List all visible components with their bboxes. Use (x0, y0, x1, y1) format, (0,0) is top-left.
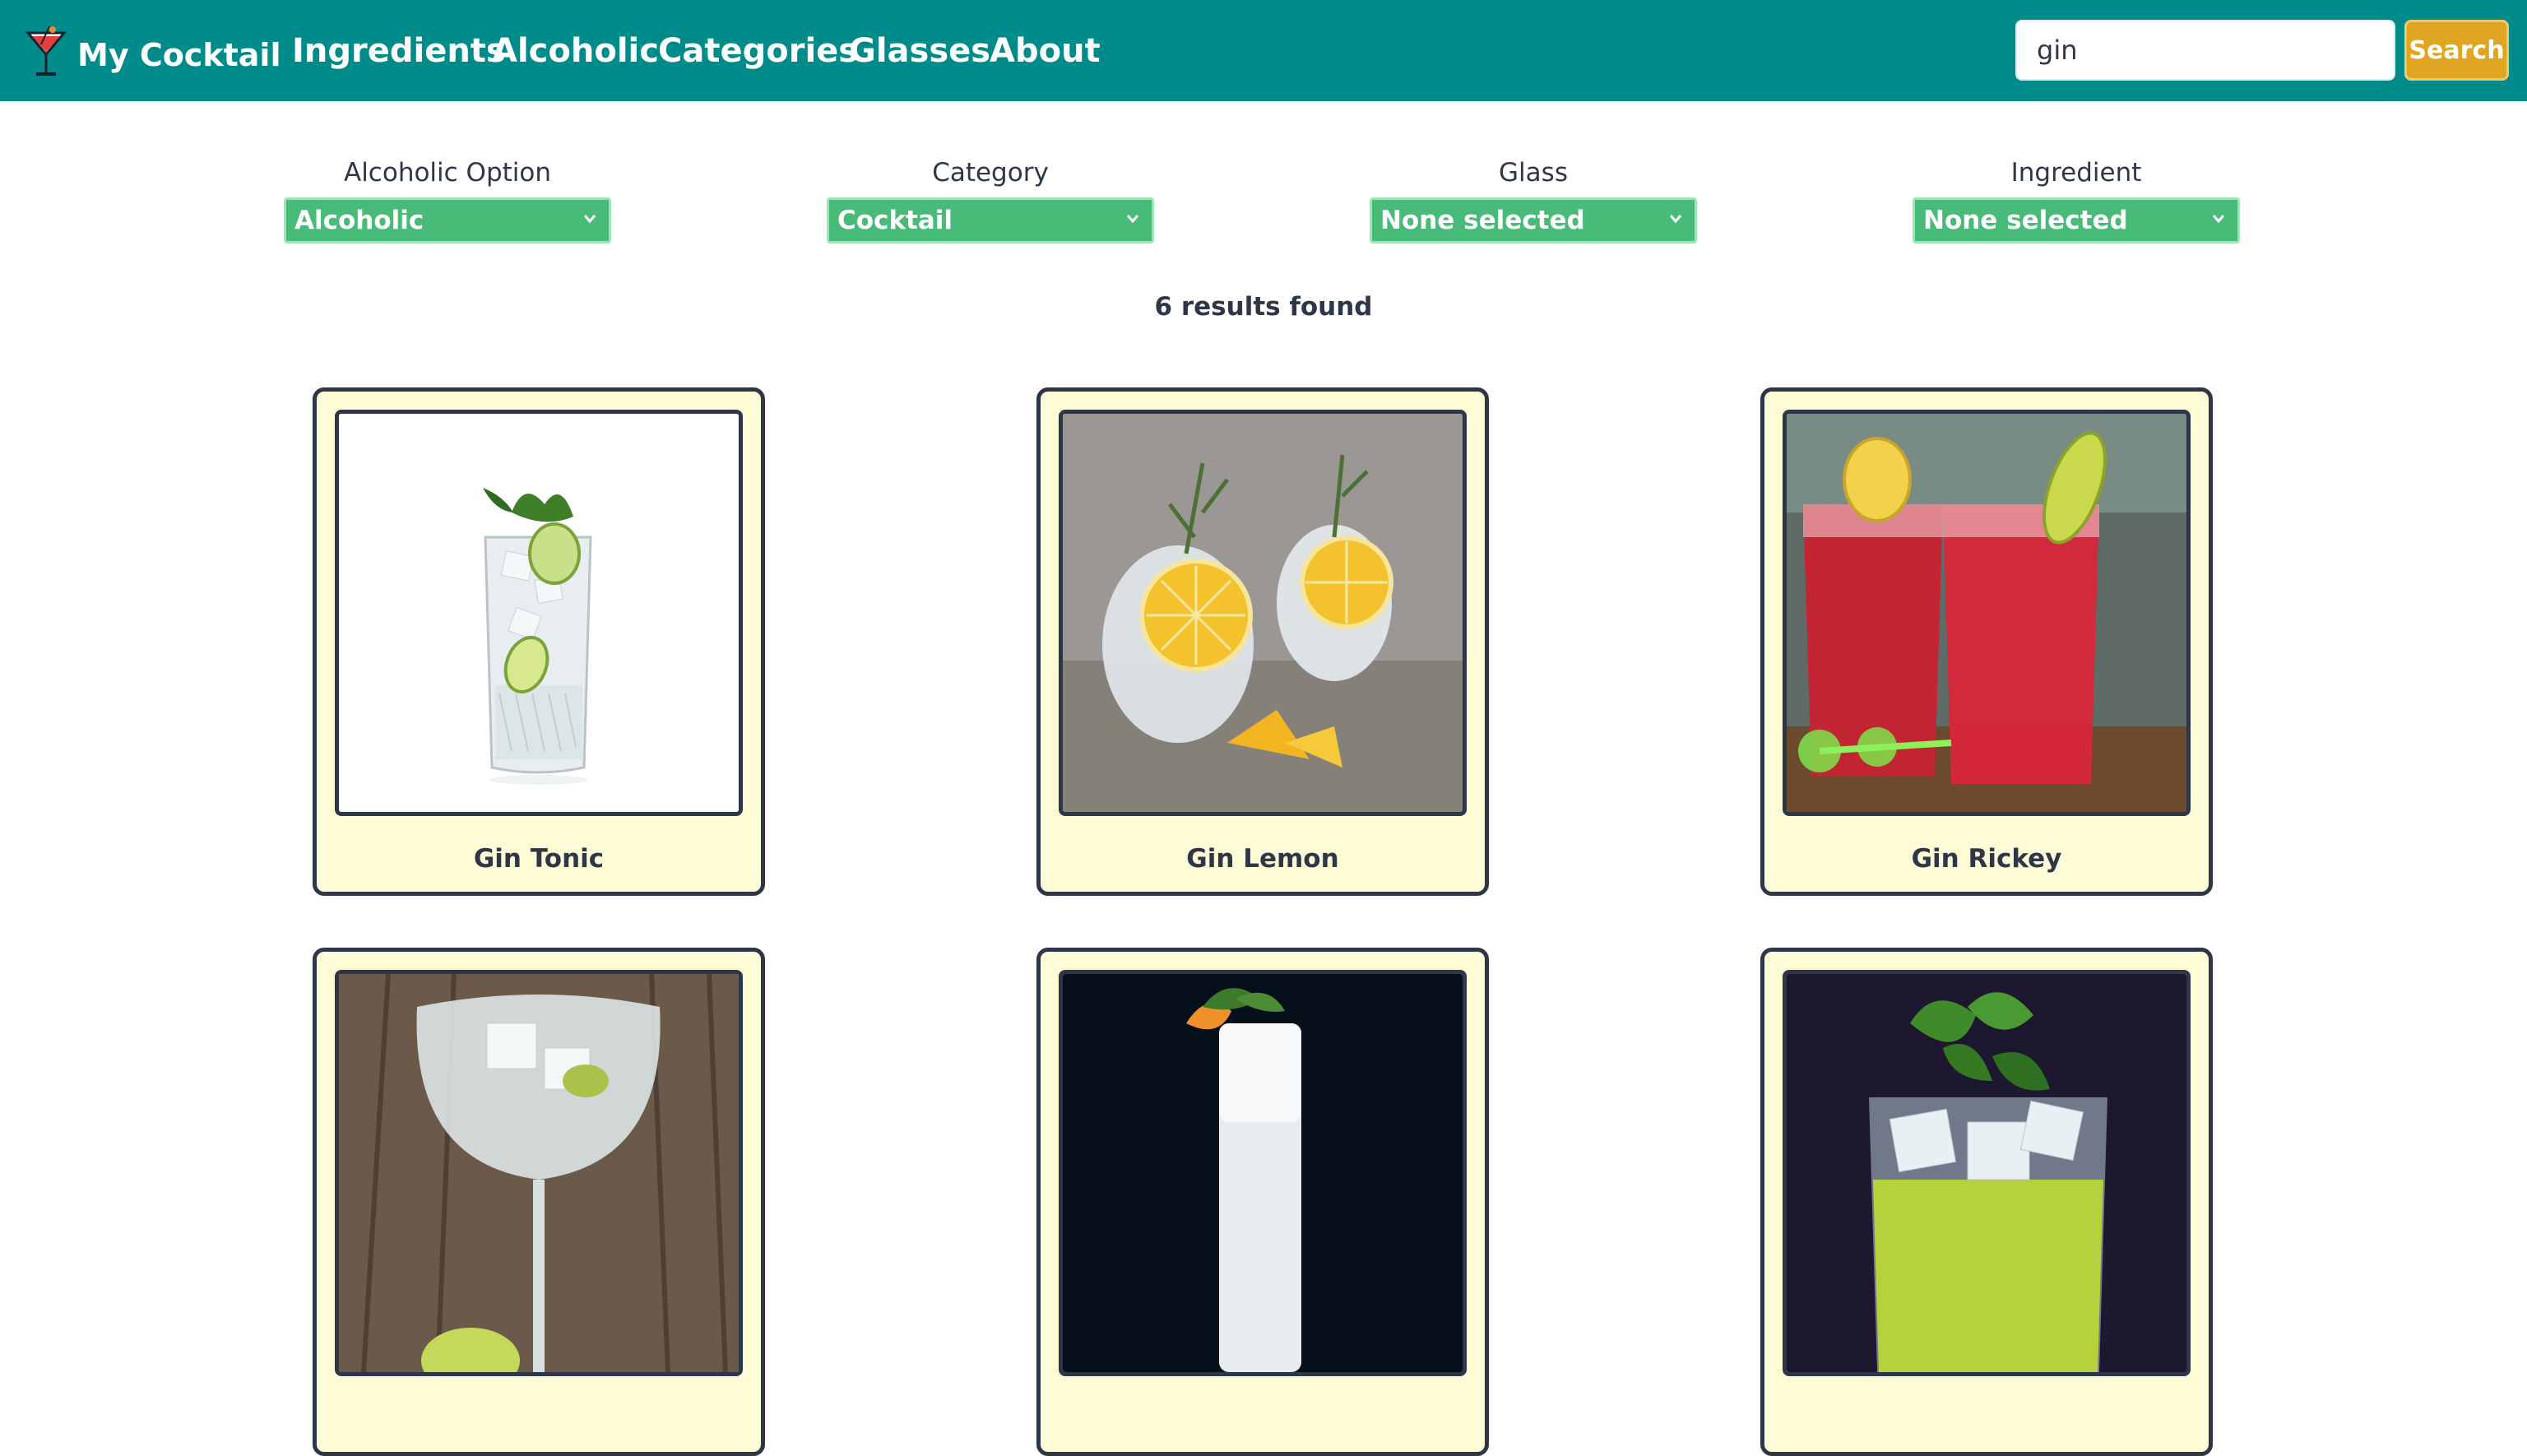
filter-label: Category (932, 158, 1049, 188)
filter-category: Category Cocktail (826, 156, 1155, 243)
gin-tonic-photo (339, 414, 739, 812)
gin-lemon-photo (1063, 414, 1463, 812)
alcoholic-option-select[interactable]: Alcoholic (284, 197, 611, 243)
cocktail-image (1783, 970, 2191, 1376)
nav-link-categories[interactable]: Categories (658, 30, 858, 72)
chevron-down-icon (2212, 215, 2225, 224)
nav-link-glasses[interactable]: Glasses (849, 30, 990, 72)
chevron-down-icon (1126, 215, 1139, 224)
cocktail-image (1783, 410, 2191, 816)
filter-alcoholic-option: Alcoholic Option Alcoholic (283, 156, 612, 243)
cocktail-image (1059, 410, 1467, 816)
cocktail-title: Gin Tonic (473, 844, 605, 874)
cocktail-card[interactable] (1036, 948, 1489, 1456)
search-input[interactable] (2015, 20, 2395, 81)
chevron-down-icon (583, 215, 596, 224)
select-value: None selected (1380, 206, 1585, 235)
glass-select[interactable]: None selected (1370, 197, 1697, 243)
select-value: Alcoholic (294, 206, 424, 235)
cocktail-glass-icon (25, 26, 67, 76)
cocktail-card[interactable]: Gin Tonic (313, 387, 765, 896)
gin-rickey-photo (1787, 414, 2186, 812)
cocktail-title: Gin Rickey (1911, 844, 2062, 874)
white-fizz-photo (1063, 974, 1463, 1372)
filter-label: Ingredient (2010, 158, 2142, 188)
cocktail-image (1059, 970, 1467, 1376)
cocktail-card[interactable]: Gin Lemon (1036, 387, 1489, 896)
balloon-gin-photo (339, 974, 739, 1372)
cocktail-title: Gin Lemon (1186, 844, 1339, 874)
brand[interactable]: My Cocktail (25, 25, 281, 79)
nav-link-ingredients[interactable]: Ingredients (292, 30, 506, 72)
cocktail-image (335, 410, 743, 816)
ingredient-select[interactable]: None selected (1913, 197, 2240, 243)
results-count: 6 results found (1154, 292, 1373, 322)
filter-label: Alcoholic Option (343, 158, 552, 188)
cocktail-card[interactable] (1760, 948, 2213, 1456)
cocktail-card[interactable]: Gin Rickey (1760, 387, 2213, 896)
basil-green-drink-photo (1787, 974, 2186, 1372)
cocktail-card[interactable] (313, 948, 765, 1456)
search-button[interactable]: Search (2404, 20, 2509, 81)
nav-link-alcoholic[interactable]: Alcoholic (492, 30, 659, 72)
select-value: None selected (1923, 206, 2128, 235)
chevron-down-icon (1669, 215, 1682, 224)
filter-glass: Glass None selected (1369, 156, 1698, 243)
top-navbar: My Cocktail Ingredients Alcoholic Catego… (0, 0, 2527, 101)
brand-label: My Cocktail (77, 37, 281, 73)
nav-link-about[interactable]: About (990, 30, 1101, 72)
category-select[interactable]: Cocktail (827, 197, 1154, 243)
select-value: Cocktail (837, 206, 953, 235)
filter-ingredient: Ingredient None selected (1912, 156, 2241, 243)
filter-label: Glass (1499, 158, 1568, 188)
cocktail-image (335, 970, 743, 1376)
